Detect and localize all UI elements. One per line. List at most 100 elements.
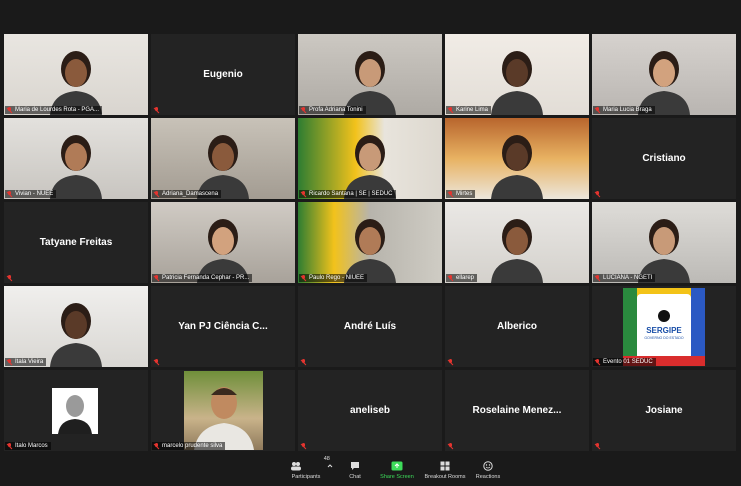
participant-label: Mirtes xyxy=(446,190,476,198)
participant-silhouette xyxy=(340,45,400,115)
participant-label-text: LUCIANA - NGETI xyxy=(603,275,653,281)
participant-tile[interactable]: Eugenio xyxy=(151,34,295,115)
participant-tile[interactable]: SERGIPE GOVERNO DO ESTADO Evento 01 SEDUC xyxy=(592,286,736,367)
participant-silhouette xyxy=(193,213,253,283)
chat-label: Chat xyxy=(349,474,361,480)
participant-tile[interactable]: Tatyane Freitas xyxy=(4,202,148,283)
participant-tile[interactable]: Patricia Fernanda Cephar - PR... xyxy=(151,202,295,283)
participant-silhouette xyxy=(193,129,253,199)
participant-tile[interactable]: Karine Lima xyxy=(445,34,589,115)
breakout-rooms-button[interactable]: Breakout Rooms xyxy=(422,460,468,480)
participant-label-text: Itala Vieira xyxy=(15,359,44,365)
participant-tile[interactable]: Itala Vieira xyxy=(4,286,148,367)
participant-label-text: Maria Lucia Braga xyxy=(603,107,652,113)
participant-tile[interactable]: Vivian - NUEE xyxy=(4,118,148,199)
participant-tile[interactable]: LUCIANA - NGETI xyxy=(592,202,736,283)
participant-name: Alberico xyxy=(496,321,537,332)
profile-photo xyxy=(184,371,263,450)
share-screen-label: Share Screen xyxy=(380,474,414,480)
muted-mic-icon xyxy=(154,275,159,281)
participant-video xyxy=(4,118,148,199)
participant-label-text: Evento 01 SEDUC xyxy=(603,359,653,365)
muted-mic-icon xyxy=(595,443,600,449)
participant-silhouette xyxy=(46,129,106,199)
participant-video xyxy=(592,34,736,115)
logo-subtitle: GOVERNO DO ESTADO xyxy=(644,336,684,340)
participant-tile[interactable]: ellarep xyxy=(445,202,589,283)
muted-mic-icon xyxy=(595,275,600,281)
participant-tile[interactable]: Adriana_Damascena xyxy=(151,118,295,199)
muted-mic-icon xyxy=(448,275,453,281)
participant-tile[interactable]: Alberico xyxy=(445,286,589,367)
participant-video xyxy=(151,202,295,283)
participant-tile[interactable]: Roselaine Menez... xyxy=(445,370,589,451)
muted-mic-icon xyxy=(301,275,306,281)
share-screen-icon xyxy=(375,461,419,471)
participant-label-text: Maria de Lourdes Rota - PGA... xyxy=(15,107,100,113)
participant-tile[interactable]: marcelo prudente silva xyxy=(151,370,295,451)
muted-mic-icon xyxy=(301,191,306,197)
participant-label: Maria de Lourdes Rota - PGA... xyxy=(5,106,103,114)
muted-mic-icon xyxy=(7,443,12,449)
participant-label-text: marcelo prudente silva xyxy=(162,443,223,449)
participant-label: Vivian - NUEE xyxy=(5,190,57,198)
participant-label xyxy=(152,106,165,114)
chat-button[interactable]: Chat xyxy=(333,460,377,480)
participant-label: Profa Adriana Tonini xyxy=(299,106,366,114)
participant-label-text: Karine Lima xyxy=(456,107,489,113)
participant-tile[interactable]: Yan PJ Ciência C... xyxy=(151,286,295,367)
participant-tile[interactable]: Mirtes xyxy=(445,118,589,199)
participant-tile[interactable]: Profa Adriana Tonini xyxy=(298,34,442,115)
participant-label xyxy=(593,442,606,450)
participant-silhouette xyxy=(487,45,547,115)
participant-label: marcelo prudente silva xyxy=(152,442,226,450)
participant-label xyxy=(299,442,312,450)
participant-label: Maria Lucia Braga xyxy=(593,106,655,114)
participant-label-text: Adriana_Damascena xyxy=(162,191,219,197)
breakout-rooms-icon xyxy=(422,461,468,471)
participant-name: Tatyane Freitas xyxy=(39,237,113,248)
participant-video xyxy=(445,34,589,115)
muted-mic-icon xyxy=(595,107,600,113)
logo-title: SERGIPE xyxy=(646,326,682,335)
reactions-button[interactable]: Reactions xyxy=(466,460,510,480)
profile-photo xyxy=(52,388,98,434)
participant-tile[interactable]: Cristiano xyxy=(592,118,736,199)
participant-silhouette xyxy=(487,213,547,283)
participant-tile[interactable]: Maria Lucia Braga xyxy=(592,34,736,115)
participant-tile[interactable]: Maria de Lourdes Rota - PGA... xyxy=(4,34,148,115)
muted-mic-icon xyxy=(301,443,306,449)
participant-name: Roselaine Menez... xyxy=(472,405,562,416)
participants-button[interactable]: 48 Participants xyxy=(284,456,330,480)
participant-tile[interactable]: Italo Marcos xyxy=(4,370,148,451)
muted-mic-icon xyxy=(595,191,600,197)
participant-video xyxy=(298,118,442,199)
participant-tile[interactable]: aneliseb xyxy=(298,370,442,451)
participant-label-text: Profa Adriana Tonini xyxy=(309,107,363,113)
participant-tile[interactable]: Ricardo Santana | SE | SEDUC xyxy=(298,118,442,199)
muted-mic-icon xyxy=(154,191,159,197)
participant-tile[interactable]: Paulo Rego - NIUEE xyxy=(298,202,442,283)
participants-icon: 48 xyxy=(284,456,330,471)
muted-mic-icon xyxy=(301,107,306,113)
meeting-toolbar: 48 Participants Chat Share Screen Breako… xyxy=(0,456,741,486)
participant-tile[interactable]: Josiane xyxy=(592,370,736,451)
participant-label: LUCIANA - NGETI xyxy=(593,274,656,282)
participant-label-text: Mirtes xyxy=(456,191,473,197)
muted-mic-icon xyxy=(154,443,159,449)
chat-icon xyxy=(333,461,377,471)
muted-mic-icon xyxy=(7,191,12,197)
participant-label xyxy=(299,358,312,366)
participant-label: Adriana_Damascena xyxy=(152,190,222,198)
participant-name: aneliseb xyxy=(349,405,391,416)
participant-label-text: Vivian - NUEE xyxy=(15,191,54,197)
participant-tile[interactable]: André Luís xyxy=(298,286,442,367)
muted-mic-icon xyxy=(7,359,12,365)
muted-mic-icon xyxy=(595,359,600,365)
muted-mic-icon xyxy=(7,107,12,113)
participant-label xyxy=(446,442,459,450)
participant-silhouette xyxy=(340,129,400,199)
participant-label-text: Italo Marcos xyxy=(15,443,48,449)
participant-label: Evento 01 SEDUC xyxy=(593,358,656,366)
share-screen-button[interactable]: Share Screen xyxy=(375,460,419,480)
